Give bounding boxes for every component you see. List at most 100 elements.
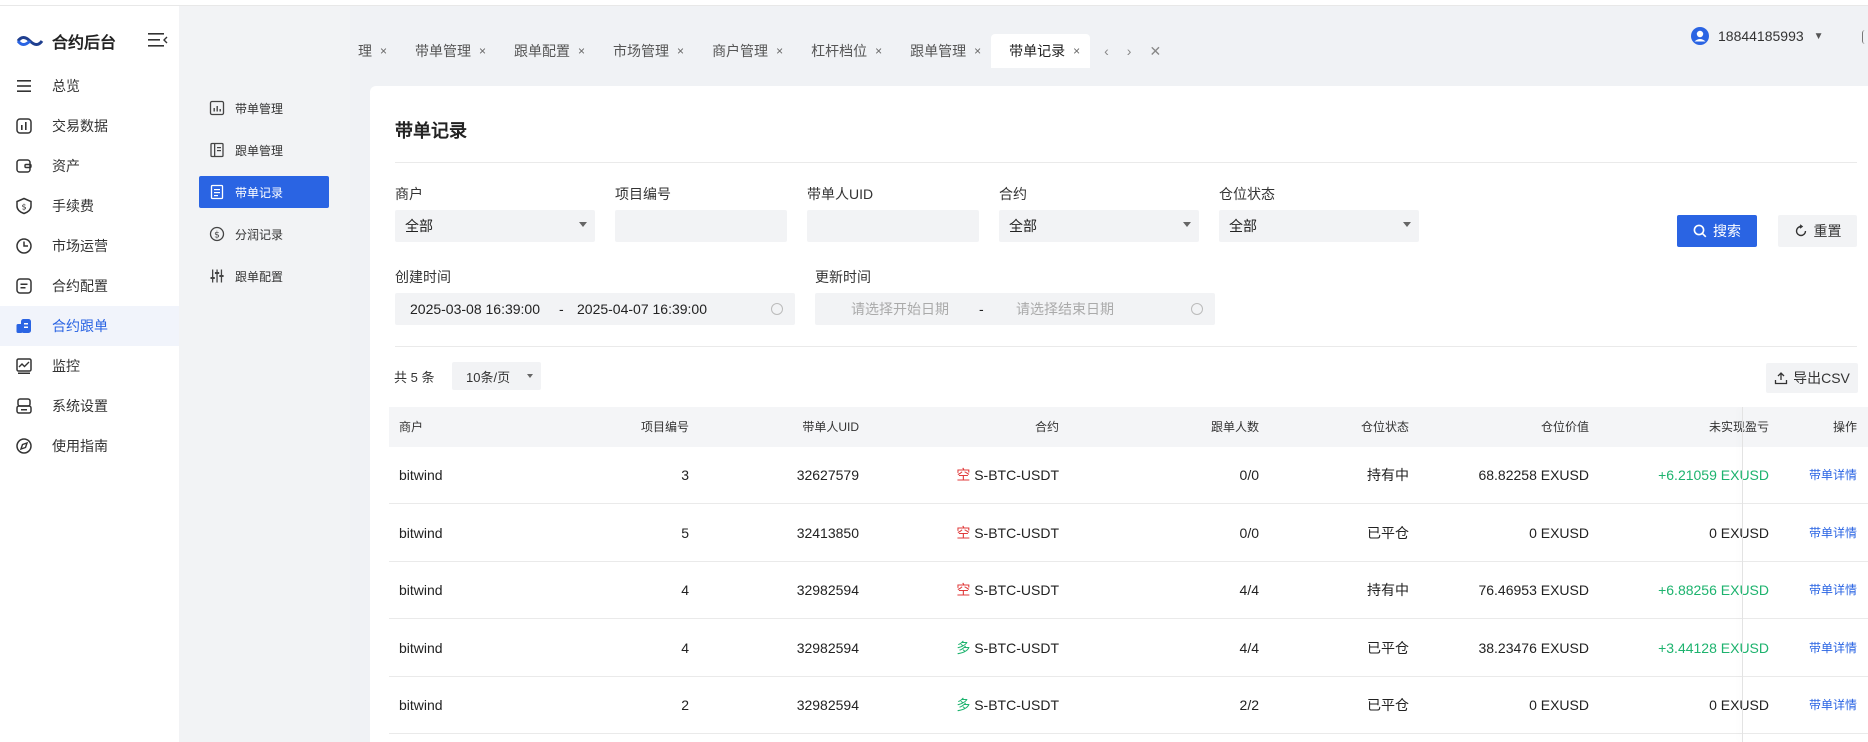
tab-2[interactable]: 带单管理 × xyxy=(397,34,496,68)
nav-item-label: 合约跟单 xyxy=(52,318,108,334)
tab-label: 市场管理 xyxy=(613,43,670,59)
title-divider xyxy=(395,162,1857,163)
detail-link[interactable]: 带单详情 xyxy=(1779,562,1857,619)
nav-item-label: 使用指南 xyxy=(52,438,108,454)
cell-contract: 多 S-BTC-USDT xyxy=(909,620,1059,677)
wallet-icon xyxy=(15,157,33,175)
updated-time-range[interactable]: 请选择开始日期 - 请选择结束日期 xyxy=(815,293,1215,325)
logo-icon xyxy=(16,36,44,46)
cell-contract: 多 S-BTC-USDT xyxy=(909,677,1059,734)
nav-item-3[interactable]: 资产 xyxy=(0,146,179,186)
user-avatar-icon xyxy=(1691,27,1709,45)
table-row: bitwind 4 32982594 多 S-BTC-USDT 4/4 已平仓 38.234… xyxy=(389,620,1868,677)
user-name: 18844185993 xyxy=(1718,28,1804,44)
nav-item-label: 市场运营 xyxy=(52,238,108,254)
copy-trade-icon xyxy=(15,317,33,335)
nav-item-8[interactable]: 监控 xyxy=(0,346,179,386)
cell-pnl: +6.88256 EXUSD xyxy=(1658,582,1769,598)
cell-pnl: +6.21059 EXUSD xyxy=(1658,467,1769,483)
cell-contract: 空 S-BTC-USDT xyxy=(909,447,1059,504)
col-project: 项目编号 xyxy=(640,420,689,434)
reset-button[interactable]: 重置 xyxy=(1778,215,1857,247)
nav-item-9[interactable]: 系统设置 xyxy=(0,386,179,426)
tab-5[interactable]: 商户管理 × xyxy=(694,34,793,68)
tab-3[interactable]: 跟单配置 × xyxy=(496,34,595,68)
nav-item-label: 监控 xyxy=(52,358,80,374)
close-icon[interactable]: × xyxy=(875,44,882,58)
nav-item-5[interactable]: 市场运营 xyxy=(0,226,179,266)
nav-item-10[interactable]: 使用指南 xyxy=(0,426,179,466)
cell-merchant: bitwind xyxy=(399,639,443,656)
contract-name: S-BTC-USDT xyxy=(974,697,1059,713)
tab-1[interactable]: 理 × xyxy=(350,34,397,68)
contract-name: S-BTC-USDT xyxy=(974,524,1059,541)
caret-down-icon xyxy=(527,374,533,378)
search-button[interactable]: 搜索 xyxy=(1677,215,1757,247)
cell-status: 已平仓 xyxy=(1367,697,1409,713)
merchant-label: 商户 xyxy=(395,186,423,202)
subnav-item-3[interactable]: 带单记录 xyxy=(199,176,329,208)
list-icon xyxy=(15,77,33,95)
subnav-item-2[interactable]: 跟单管理 xyxy=(199,134,329,166)
nav-item-6[interactable]: 合约配置 xyxy=(0,266,179,306)
reset-label: 重置 xyxy=(1813,223,1842,239)
app-logo[interactable]: 合约后台 xyxy=(14,26,116,56)
fee-icon: $ xyxy=(15,197,33,215)
close-icon[interactable]: × xyxy=(578,44,585,58)
nav-item-label: 手续费 xyxy=(52,198,94,214)
detail-link[interactable]: 带单详情 xyxy=(1779,447,1857,504)
tab-8[interactable]: 带单记录 × xyxy=(991,34,1091,68)
close-icon[interactable]: × xyxy=(1073,44,1080,58)
subnav-item-4[interactable]: $ 分润记录 xyxy=(199,218,329,250)
clock-icon xyxy=(1191,303,1203,315)
close-icon[interactable]: × xyxy=(677,44,684,58)
cell-contract: 空 S-BTC-USDT xyxy=(909,505,1059,562)
page-size-select[interactable]: 10条/页 xyxy=(452,362,541,390)
merchant-value: 全部 xyxy=(405,218,433,234)
fixed-column-divider xyxy=(1742,407,1743,742)
col-contract: 合约 xyxy=(1034,420,1059,434)
nav-item-1[interactable]: 总览 xyxy=(0,66,179,106)
leader-uid-input[interactable] xyxy=(807,210,979,242)
close-icon[interactable]: × xyxy=(974,44,981,58)
cell-project: 5 xyxy=(681,524,689,541)
tab-6[interactable]: 杠杆档位 × xyxy=(793,34,892,68)
close-all-icon[interactable]: ✕ xyxy=(1149,43,1161,60)
subnav-item-1[interactable]: 带单管理 xyxy=(199,92,329,124)
nav-item-2[interactable]: 交易数据 xyxy=(0,106,179,146)
user-menu[interactable]: 18844185993 ▼ xyxy=(1690,26,1824,46)
tab-4[interactable]: 市场管理 × xyxy=(595,34,694,68)
contract-name: S-BTC-USDT xyxy=(974,639,1059,656)
data-icon xyxy=(15,117,33,135)
project-no-input[interactable] xyxy=(615,210,787,242)
cell-uid: 32982594 xyxy=(796,582,859,598)
position-status-select[interactable]: 全部 xyxy=(1219,210,1419,242)
tab-7[interactable]: 跟单管理 × xyxy=(892,34,991,68)
export-csv-button[interactable]: 导出CSV xyxy=(1766,363,1858,393)
updated-start-placeholder: 请选择开始日期 xyxy=(851,301,949,317)
leader-uid-label: 带单人UID xyxy=(807,186,874,202)
chevron-left-icon[interactable]: ‹ xyxy=(1104,43,1109,59)
tab-label: 理 xyxy=(358,43,372,59)
project-no-label: 项目编号 xyxy=(615,186,671,202)
detail-link[interactable]: 带单详情 xyxy=(1779,677,1857,734)
chevron-right-icon[interactable]: › xyxy=(1127,43,1132,59)
subnav-item-5[interactable]: 跟单配置 xyxy=(199,260,329,292)
contract-select[interactable]: 全部 xyxy=(999,210,1199,242)
detail-link[interactable]: 带单详情 xyxy=(1779,620,1857,677)
created-time-label: 创建时间 xyxy=(395,269,451,285)
close-icon[interactable]: × xyxy=(380,44,387,58)
cell-project: 4 xyxy=(681,582,689,598)
partial-icon xyxy=(1862,30,1868,44)
tab-label: 带单记录 xyxy=(1009,43,1066,59)
created-time-range[interactable]: 2025-03-08 16:39:00 - 2025-04-07 16:39:0… xyxy=(395,293,795,325)
nav-item-7[interactable]: 合约跟单 xyxy=(0,306,179,346)
nav-item-4[interactable]: $ 手续费 xyxy=(0,186,179,226)
close-icon[interactable]: × xyxy=(776,44,783,58)
close-icon[interactable]: × xyxy=(479,44,486,58)
cell-pnl: 0 EXUSD xyxy=(1709,524,1769,541)
detail-link[interactable]: 带单详情 xyxy=(1779,505,1857,562)
merchant-select[interactable]: 全部 xyxy=(395,210,595,242)
menu-collapse-icon[interactable] xyxy=(148,32,168,48)
table-row: bitwind 2 32982594 多 S-BTC-USDT 2/2 已平仓 0 EXUS… xyxy=(389,677,1868,734)
